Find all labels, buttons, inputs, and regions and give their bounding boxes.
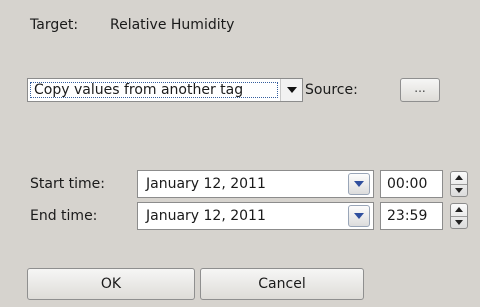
- end-date-select[interactable]: January 12, 2011: [137, 202, 374, 230]
- triangle-down-icon: [455, 219, 463, 225]
- target-label: Target:: [30, 17, 79, 33]
- ok-button-label: OK: [100, 276, 122, 292]
- triangle-down-icon: [286, 87, 297, 93]
- cancel-button[interactable]: Cancel: [200, 268, 364, 300]
- start-time-label: Start time:: [30, 176, 105, 192]
- start-time-spin-down[interactable]: [451, 185, 467, 197]
- source-label: Source:: [305, 82, 358, 98]
- start-date-dropdown-button[interactable]: [348, 173, 370, 195]
- end-time-spinner[interactable]: [450, 203, 468, 229]
- cancel-button-label: Cancel: [258, 276, 306, 292]
- end-time-value: 23:59: [387, 208, 428, 224]
- end-date-dropdown-button[interactable]: [348, 205, 370, 227]
- copy-mode-select[interactable]: Copy values from another tag: [27, 78, 303, 102]
- end-date-value: January 12, 2011: [146, 208, 266, 224]
- triangle-up-icon: [455, 175, 463, 181]
- source-browse-button[interactable]: ...: [400, 78, 440, 102]
- triangle-up-icon: [455, 207, 463, 213]
- start-time-spinner[interactable]: [450, 171, 468, 197]
- triangle-down-icon: [455, 187, 463, 193]
- end-time-input[interactable]: 23:59: [380, 202, 443, 230]
- start-time-input[interactable]: 00:00: [380, 170, 443, 198]
- start-time-value: 00:00: [387, 176, 428, 192]
- start-time-spin-up[interactable]: [451, 172, 467, 185]
- triangle-down-icon: [354, 213, 364, 219]
- start-date-value: January 12, 2011: [146, 176, 266, 192]
- target-value: Relative Humidity: [110, 17, 235, 33]
- browse-label: ...: [414, 81, 426, 95]
- end-time-label: End time:: [30, 208, 98, 224]
- triangle-down-icon: [354, 181, 364, 187]
- copy-mode-dropdown-button[interactable]: [280, 79, 302, 101]
- copy-mode-value: Copy values from another tag: [28, 80, 280, 100]
- end-time-spin-up[interactable]: [451, 204, 467, 217]
- ok-button[interactable]: OK: [27, 268, 195, 300]
- start-date-select[interactable]: January 12, 2011: [137, 170, 374, 198]
- end-time-spin-down[interactable]: [451, 217, 467, 229]
